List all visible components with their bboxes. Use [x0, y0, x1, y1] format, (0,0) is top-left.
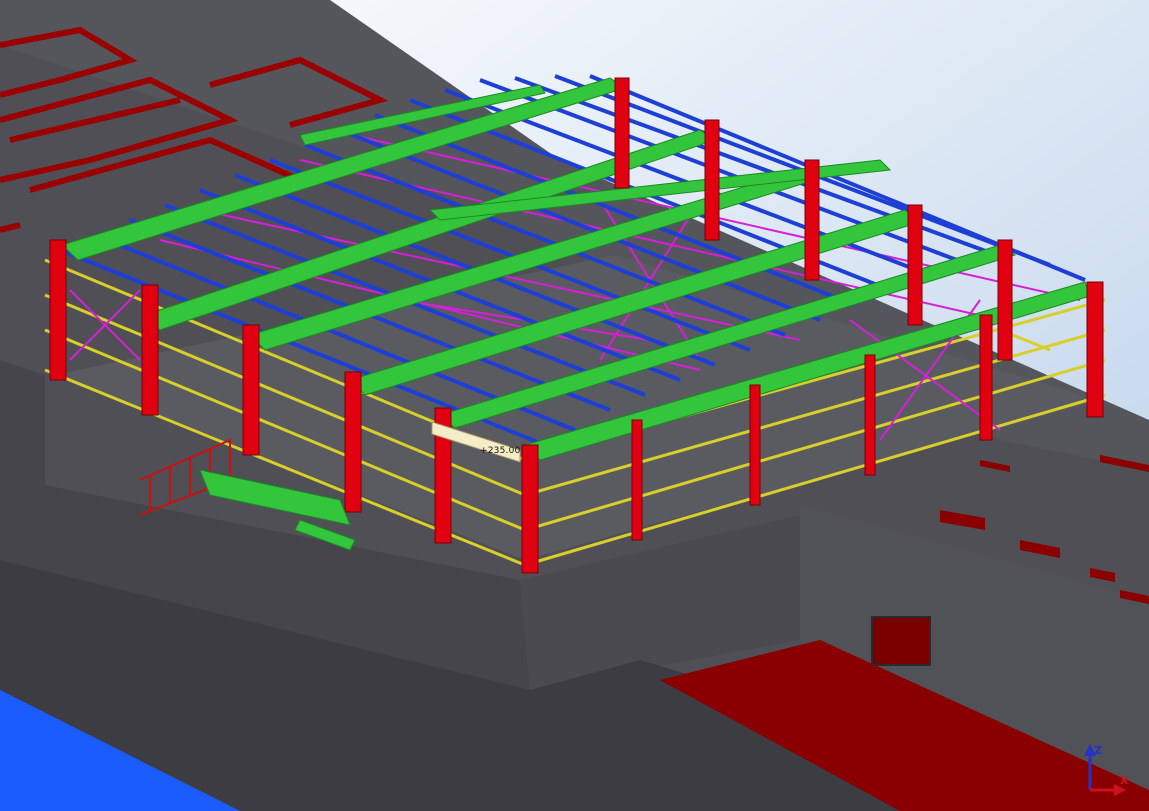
axis-x-label: X	[1120, 774, 1129, 787]
axis-z-label: Z	[1094, 744, 1102, 757]
3d-model-scene[interactable]: Z X	[0, 0, 1149, 811]
wall-opening	[871, 616, 931, 666]
dimension-label: +235.00	[480, 446, 521, 456]
model-viewport[interactable]: Z X +235.00	[0, 0, 1149, 811]
